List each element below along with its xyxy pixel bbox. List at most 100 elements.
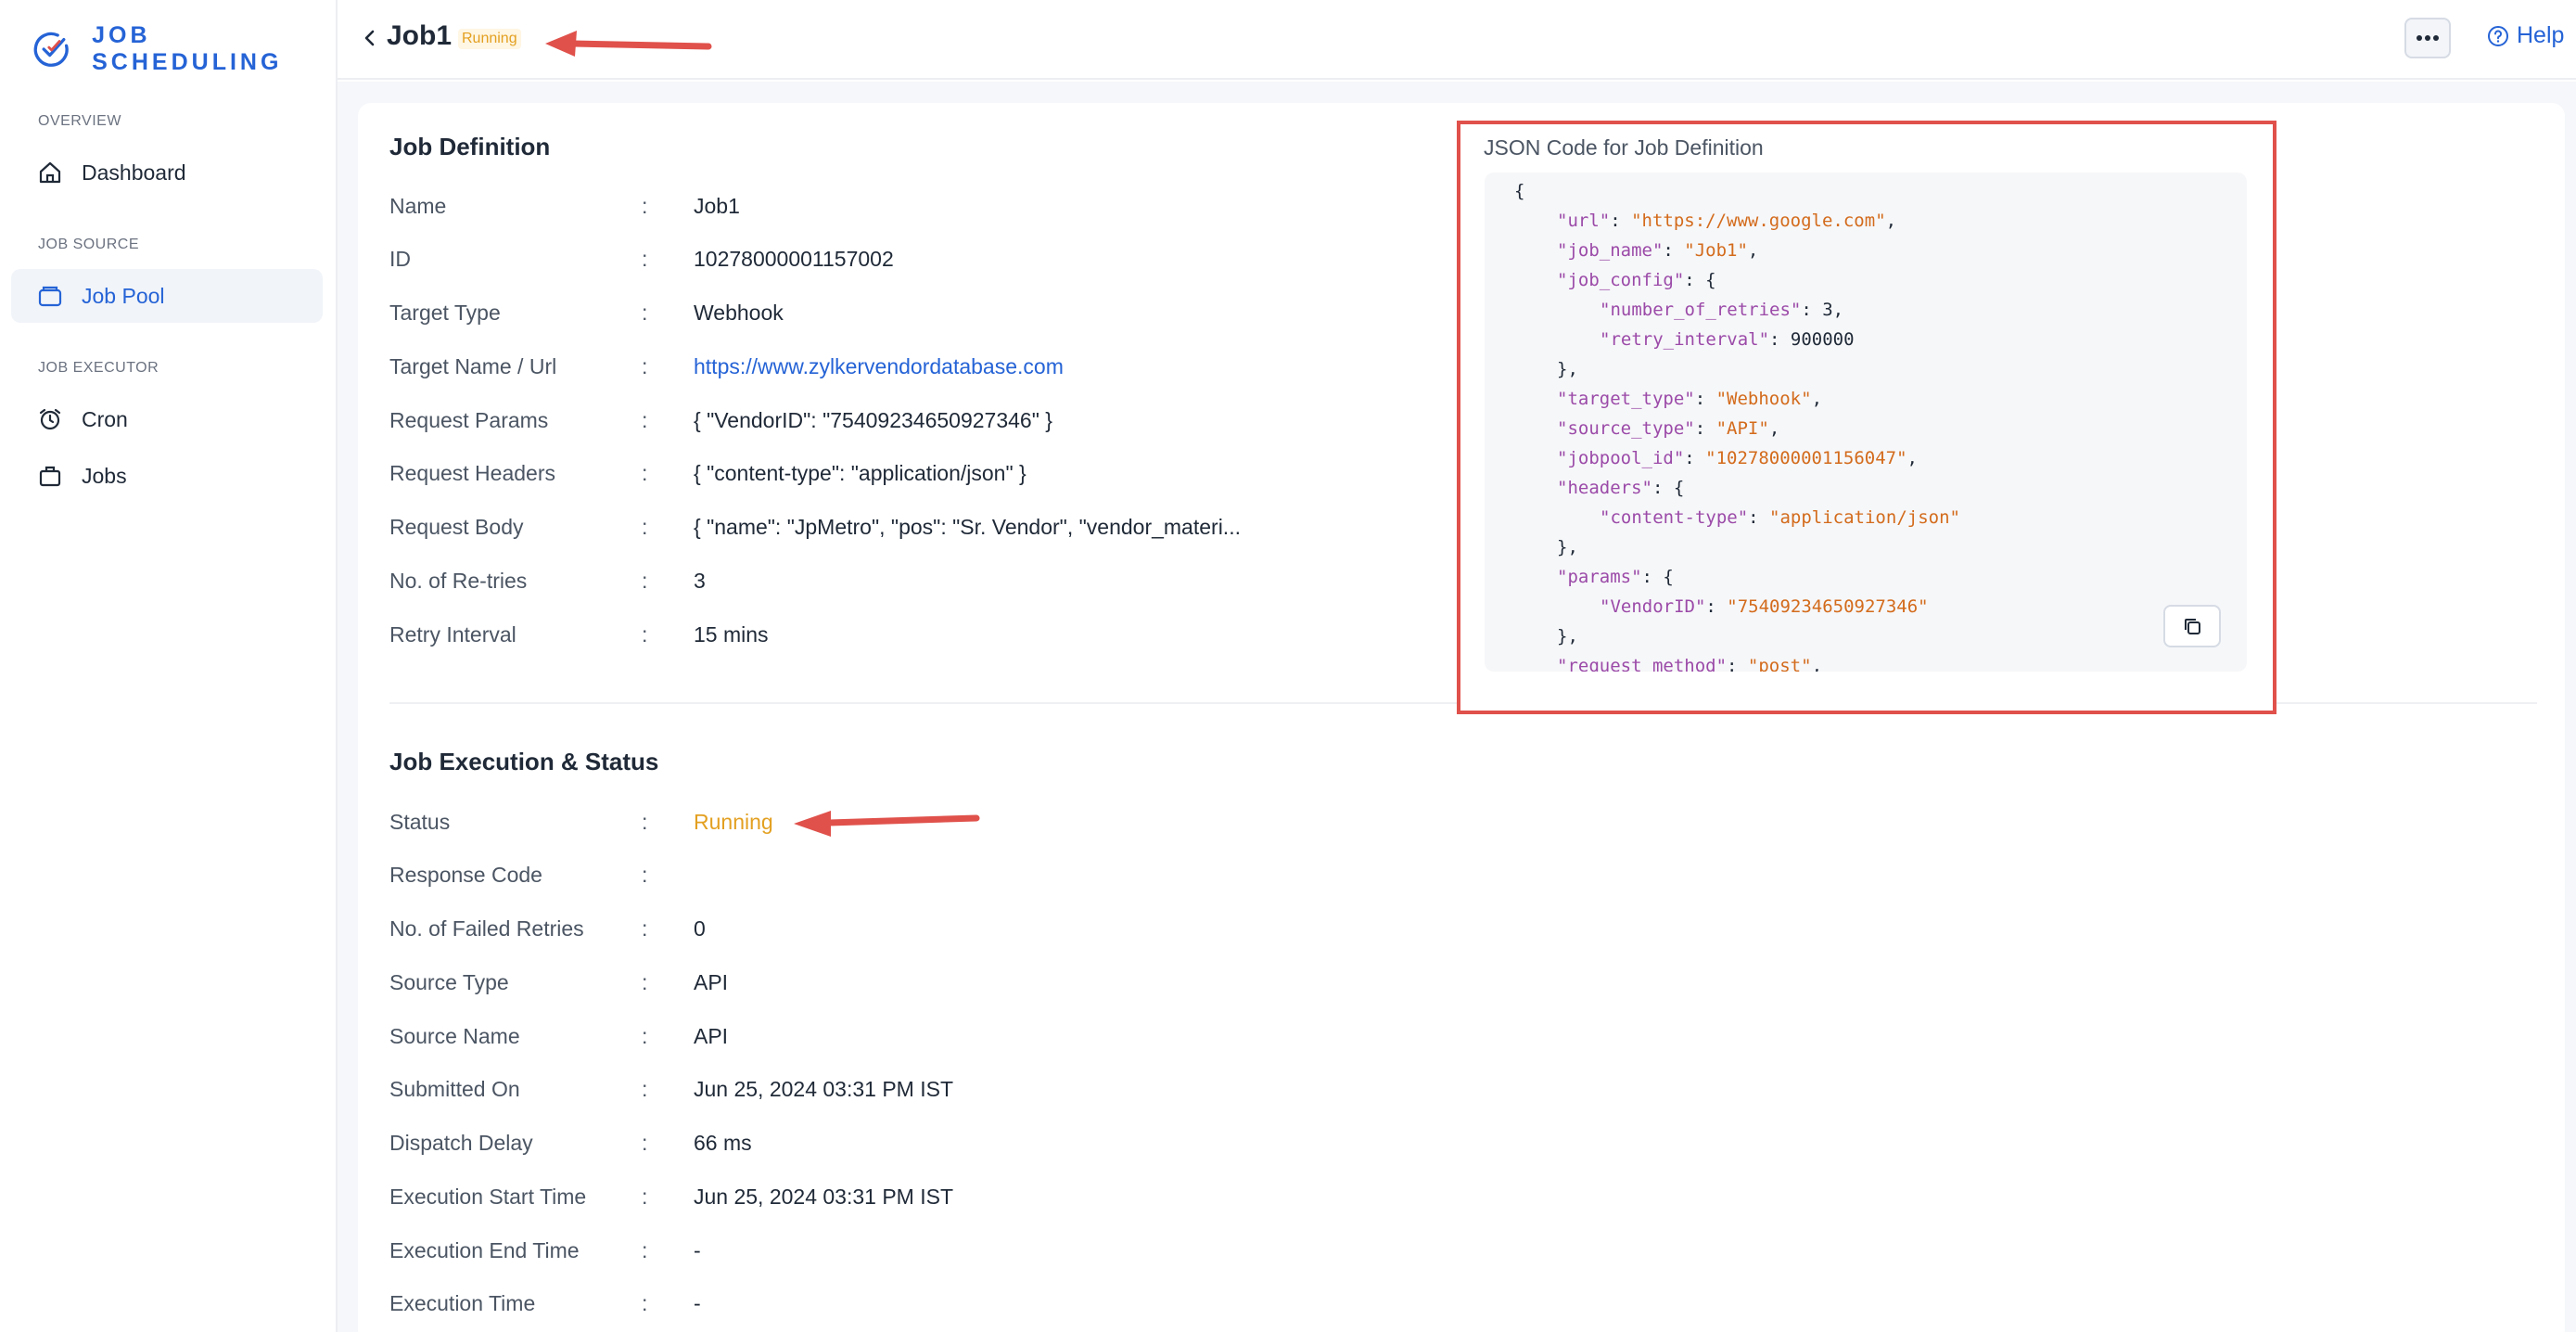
detail-value: { "VendorID": "75409234650927346" }: [694, 407, 1052, 432]
nav-section-job-executor: JOB EXECUTOR: [38, 360, 159, 376]
detail-separator: :: [642, 247, 648, 272]
code-token: "10278000001156047": [1705, 448, 1907, 468]
sidebar-item-label: Cron: [82, 406, 128, 431]
sidebar-item-label: Job Pool: [82, 283, 165, 308]
detail-label: Execution Start Time: [389, 1184, 587, 1209]
code-token: },: [1557, 359, 1578, 379]
brand-title: JOB SCHEDULING: [92, 22, 283, 75]
sidebar-item-dashboard[interactable]: Dashboard: [11, 146, 323, 199]
code-line: "VendorID": "75409234650927346": [1514, 592, 1960, 621]
detail-separator: :: [642, 1023, 648, 1048]
detail-row: Submitted On: Jun 25, 2024 03:31 PM IST: [389, 1075, 953, 1105]
chevron-left-icon: [364, 30, 375, 46]
sidebar-item-label: Jobs: [82, 463, 127, 488]
detail-value: { "name": "JpMetro", "pos": "Sr. Vendor"…: [694, 515, 1241, 539]
detail-row: Target Type: Webhook: [389, 299, 784, 328]
code-token: "target_type": [1557, 389, 1695, 409]
detail-label: No. of Re-tries: [389, 568, 528, 593]
detail-separator: :: [642, 353, 648, 378]
page-title: Job1: [387, 20, 453, 51]
code-token: "https://www.google.com": [1631, 211, 1886, 231]
detail-label: Name: [389, 193, 447, 218]
code-line: "target_type": "Webhook",: [1514, 384, 1960, 414]
sidebar-item-cron[interactable]: Cron: [11, 392, 323, 446]
detail-label: Request Params: [389, 407, 549, 432]
code-token: : {: [1641, 567, 1674, 587]
code-line: "content-type": "application/json": [1514, 503, 1960, 532]
detail-separator: :: [642, 193, 648, 218]
detail-label: Execution End Time: [389, 1237, 580, 1262]
detail-separator: :: [642, 1184, 648, 1209]
detail-value: API: [694, 969, 729, 994]
detail-label: Target Type: [389, 301, 501, 325]
json-panel-title: JSON Code for Job Definition: [1484, 135, 1764, 160]
code-token: "source_type": [1557, 418, 1695, 439]
target-url-link[interactable]: https://www.zylkervendordatabase.com: [694, 354, 1064, 379]
code-token: : 900000: [1769, 329, 1855, 350]
detail-separator: :: [642, 916, 648, 941]
detail-row: Request Params: { "VendorID": "7540923465…: [389, 405, 1052, 435]
code-line: "job_config": {: [1514, 265, 1960, 295]
detail-row: Target Name / Url: https://www.zylkervend…: [389, 352, 1064, 381]
code-token: "job_config": [1557, 270, 1685, 290]
detail-row: Source Name: API: [389, 1021, 728, 1051]
code-token: :: [1610, 211, 1632, 231]
detail-separator: :: [642, 461, 648, 486]
status-badge: Running: [458, 29, 521, 49]
nav-section-overview: OVERVIEW: [38, 113, 121, 129]
detail-row: ID: 10278000001157002: [389, 245, 894, 275]
more-options-button[interactable]: [2404, 18, 2451, 58]
detail-value: Jun 25, 2024 03:31 PM IST: [694, 1077, 954, 1102]
sidebar-item-job-pool[interactable]: Job Pool: [11, 269, 323, 323]
more-horizontal-icon: [2417, 35, 2439, 41]
detail-separator: :: [642, 621, 648, 647]
code-token: :: [1663, 240, 1685, 261]
json-code-panel[interactable]: {"url": "https://www.google.com", "job_na…: [1485, 173, 2247, 672]
detail-value: -: [694, 1237, 701, 1262]
code-token: ,: [1811, 656, 1823, 672]
detail-value: Webhook: [694, 301, 784, 325]
code-token: "API": [1715, 418, 1769, 439]
back-button[interactable]: [356, 24, 384, 52]
code-line: },: [1514, 621, 1960, 651]
detail-separator: :: [642, 1237, 648, 1262]
detail-row: Response Code:: [389, 861, 694, 890]
code-line: "job_name": "Job1",: [1514, 236, 1960, 265]
detail-separator: :: [642, 969, 648, 994]
copy-button[interactable]: [2163, 605, 2221, 647]
detail-value: API: [694, 1023, 729, 1048]
help-label: Help: [2517, 22, 2565, 48]
detail-separator: :: [642, 515, 648, 539]
detail-value: Job1: [694, 193, 740, 218]
code-token: },: [1557, 537, 1578, 557]
annotation-arrow-icon: [794, 811, 980, 837]
job-definition-title: Job Definition: [389, 133, 551, 160]
detail-separator: :: [642, 1291, 648, 1316]
help-link[interactable]: Help: [2487, 22, 2564, 49]
code-token: "request_method": [1557, 656, 1728, 672]
code-token: : 3,: [1801, 300, 1844, 320]
copy-icon: [2185, 619, 2200, 634]
code-token: :: [1727, 656, 1748, 672]
code-line: "url": "https://www.google.com",: [1514, 206, 1960, 236]
detail-row: No. of Failed Retries: 0: [389, 915, 706, 944]
help-circle-icon: [2488, 25, 2508, 46]
nav-section-job-source: JOB SOURCE: [38, 237, 140, 252]
status-value: Running: [694, 809, 773, 834]
sidebar-item-jobs[interactable]: Jobs: [11, 449, 323, 503]
detail-value: 10278000001157002: [694, 247, 894, 272]
brand[interactable]: JOB SCHEDULING: [32, 22, 336, 75]
code-line: "number_of_retries": 3,: [1514, 295, 1960, 325]
code-token: : {: [1684, 270, 1716, 290]
detail-value: Jun 25, 2024 03:31 PM IST: [694, 1184, 954, 1209]
detail-label: Request Body: [389, 515, 524, 539]
annotation-arrow-icon: [545, 31, 712, 57]
detail-value: 0: [694, 916, 706, 941]
detail-separator: :: [642, 407, 648, 432]
detail-separator: :: [642, 863, 648, 888]
code-token: "params": [1557, 567, 1642, 587]
detail-label: ID: [389, 247, 411, 272]
detail-row: Request Body: { "name": "JpMetro", "pos":…: [389, 513, 1241, 543]
code-token: :: [1694, 418, 1716, 439]
logo-icon: [33, 32, 69, 67]
